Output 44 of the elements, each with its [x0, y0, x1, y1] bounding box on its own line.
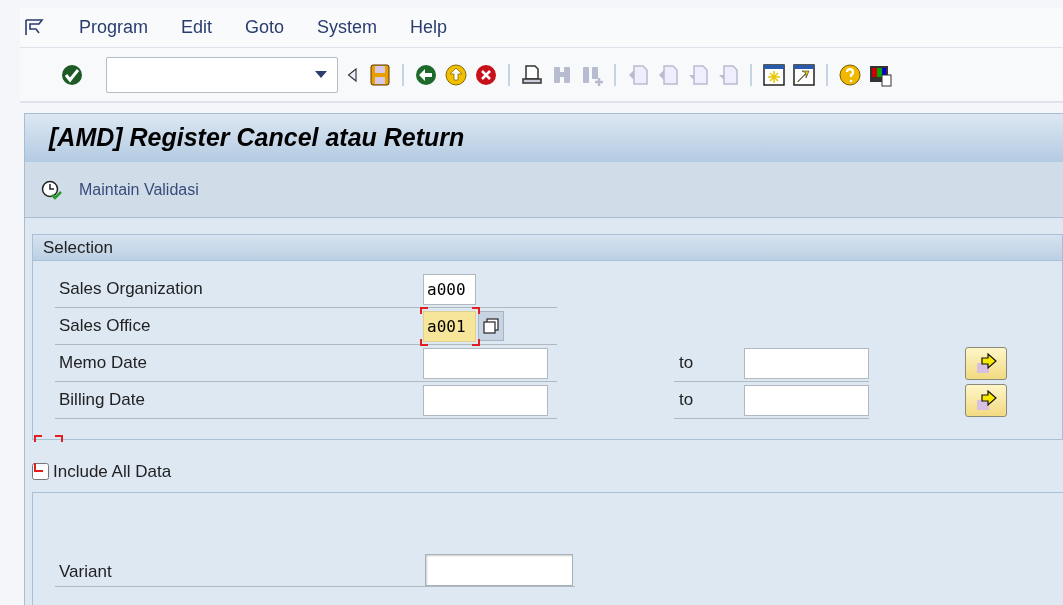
exit-icon[interactable]: [444, 62, 468, 87]
back-icon[interactable]: [414, 62, 438, 87]
copy-icon: [483, 318, 499, 334]
field-label: Memo Date: [58, 352, 148, 375]
field-label: Variant: [58, 560, 113, 583]
input-field[interactable]: a000: [423, 273, 476, 305]
screen-title: [AMD] Register Cancel atau Return: [49, 122, 465, 154]
input-field[interactable]: [744, 347, 869, 379]
focus-bracket-icon: [420, 306, 480, 346]
toolbar-button[interactable]: Maintain Validasi: [41, 177, 199, 202]
command-field[interactable]: [106, 56, 338, 93]
group-title: Selection: [43, 236, 113, 259]
field-label: to: [678, 389, 695, 412]
input-field[interactable]: [423, 384, 548, 416]
cancel-icon[interactable]: [474, 62, 498, 87]
input-field[interactable]: [744, 384, 869, 416]
menu-item[interactable]: Help: [410, 14, 448, 41]
menu-item[interactable]: Goto: [245, 14, 285, 41]
shortcut-window-icon[interactable]: [792, 62, 816, 87]
multiple-selection-button[interactable]: [965, 347, 1007, 380]
new-window-icon[interactable]: [762, 62, 786, 87]
multiple-selection-button[interactable]: [478, 311, 504, 341]
field-label: Sales Office: [58, 315, 152, 338]
arrow-right-icon: [974, 389, 998, 412]
field-label: Sales Organization: [58, 278, 204, 301]
menu-item[interactable]: Edit: [181, 14, 213, 41]
menu-item[interactable]: System: [317, 14, 378, 41]
help-icon[interactable]: [838, 62, 862, 87]
variant-field[interactable]: [425, 554, 573, 586]
input-field[interactable]: a001: [423, 310, 476, 342]
checkbox[interactable]: [32, 462, 49, 480]
field-label: Billing Date: [58, 389, 146, 412]
print-icon[interactable]: [520, 62, 544, 87]
field-label: to: [678, 352, 695, 375]
clock-check-icon: [41, 179, 63, 200]
save-icon[interactable]: [368, 62, 392, 87]
dropdown-caret-icon[interactable]: [315, 70, 327, 79]
checkbox-label: Include All Data: [53, 460, 172, 483]
arrow-right-icon: [974, 352, 998, 375]
input-field[interactable]: [423, 347, 548, 379]
enter-icon[interactable]: [60, 62, 84, 87]
menu-icon[interactable]: [24, 18, 46, 37]
menu-item[interactable]: Program: [79, 14, 149, 41]
multiple-selection-button[interactable]: [965, 384, 1007, 417]
